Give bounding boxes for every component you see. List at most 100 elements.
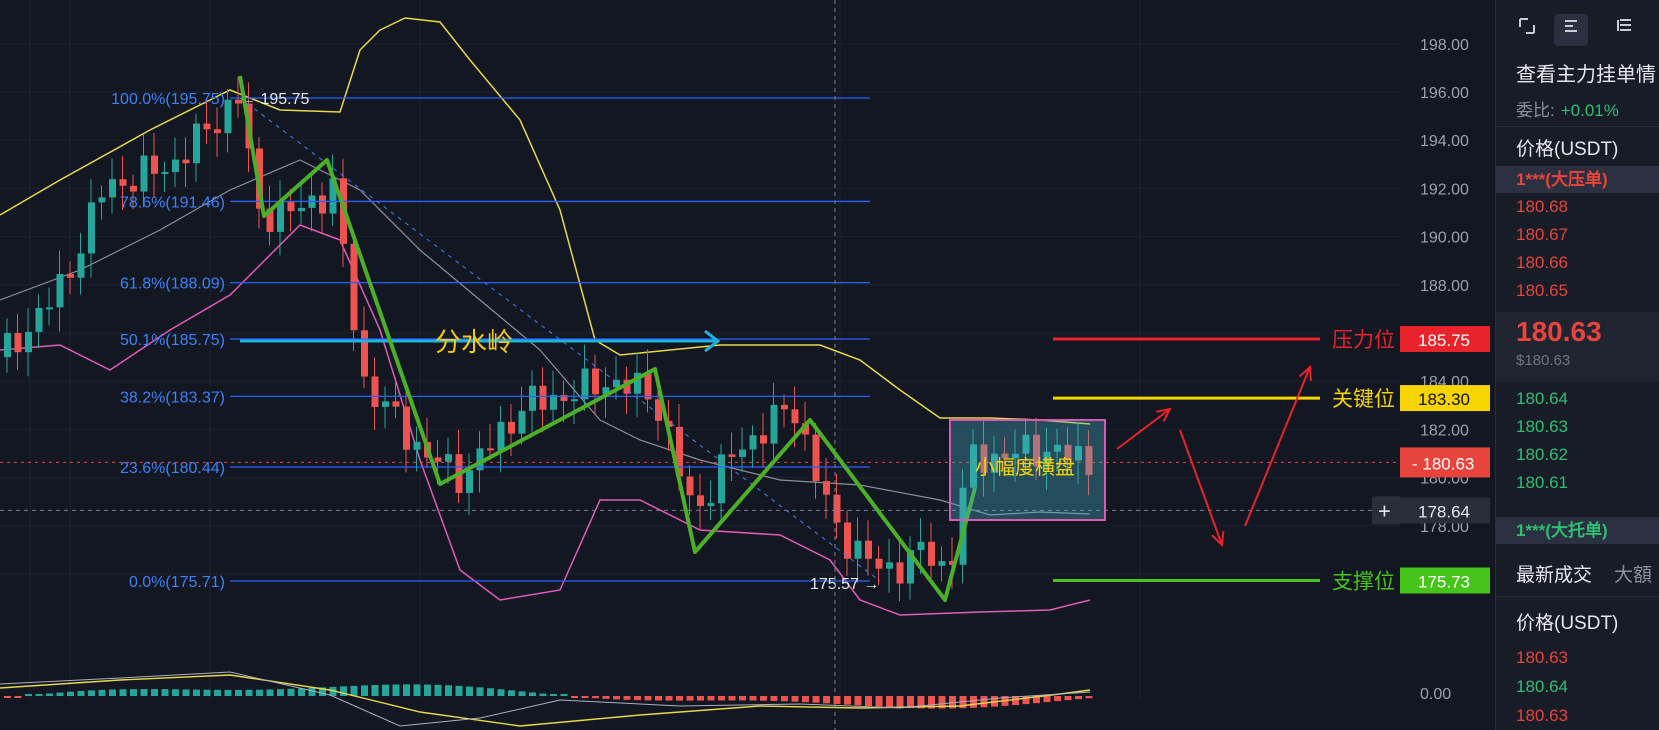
price-axis	[1400, 0, 1495, 730]
panel-title[interactable]: 查看主力挂单情	[1516, 58, 1656, 87]
macd-bar	[434, 684, 442, 696]
macd-bar	[287, 688, 295, 696]
support-level-label: 支撑位	[1332, 571, 1395, 594]
candle-body	[739, 449, 746, 457]
macd-bar	[382, 684, 389, 696]
macd-bar	[140, 689, 148, 696]
macd-bar	[497, 689, 505, 696]
tab-large-trades[interactable]: 大額	[1614, 560, 1652, 587]
candle-body	[4, 333, 11, 358]
orderbook-icon[interactable]	[1554, 14, 1588, 46]
candle-body	[161, 171, 169, 174]
macd-bar	[361, 685, 368, 696]
current-price-tag-text: - 180.63	[1412, 454, 1474, 473]
macd-bar	[403, 684, 410, 696]
macd-bar	[571, 696, 578, 698]
macd-bar	[728, 696, 736, 701]
macd-bar	[466, 686, 473, 696]
price-column-header: 价格(USDT)	[1516, 139, 1619, 160]
candle-body	[130, 185, 137, 192]
candle-body	[445, 454, 452, 462]
candle-body	[403, 406, 410, 450]
low-price-marker: 175.57 →	[810, 576, 879, 593]
macd-bar	[266, 689, 274, 696]
candle-body	[812, 434, 820, 482]
candle-body	[466, 470, 473, 493]
big-bid-row[interactable]: 1***(大托单)	[1496, 517, 1659, 544]
candle-body	[865, 540, 872, 559]
bid-row[interactable]: 180.63	[1496, 413, 1659, 440]
macd-bar	[256, 689, 263, 696]
candle-body	[224, 99, 232, 134]
ask-row[interactable]: 180.67	[1496, 221, 1659, 248]
candle-body	[350, 243, 358, 331]
big-ask-row[interactable]: 1***(大压单)	[1496, 166, 1659, 193]
ask-row[interactable]: 180.66	[1496, 249, 1659, 276]
candle-body	[392, 401, 400, 407]
macd-signal-line	[0, 674, 1091, 727]
chart-canvas[interactable]: 198.00196.00194.00192.00190.00188.00186.…	[0, 0, 1495, 730]
consolidation-label: 小幅度横盘	[975, 456, 1075, 479]
macd-bar	[581, 696, 589, 698]
high-price-marker: ← 195.75	[240, 91, 309, 108]
layout-icon[interactable]	[1510, 14, 1544, 46]
macd-bar	[739, 696, 746, 701]
macd-bar	[487, 688, 494, 696]
macd-bar	[760, 696, 767, 701]
macd-bar	[886, 696, 893, 708]
projection-arrow	[1244, 366, 1311, 527]
crosshair-price-tag-text: 178.64	[1418, 502, 1470, 521]
macd-bar	[193, 689, 200, 696]
macd-bar	[529, 692, 536, 696]
candle-body	[854, 540, 862, 559]
candle-body	[728, 454, 736, 457]
bid-ask-ratio: 委比: +0.01%	[1516, 96, 1619, 121]
candle-body	[77, 253, 85, 278]
tab-latest-trades[interactable]: 最新成交	[1516, 560, 1592, 587]
candle-body	[298, 207, 305, 212]
macd-bar	[833, 696, 841, 704]
fib-level-label: 78.6%(191.46)	[120, 194, 225, 211]
macd-bar	[214, 689, 221, 696]
price-chart[interactable]: 198.00196.00194.00192.00190.00188.00186.…	[0, 0, 1495, 730]
macd-bar	[56, 692, 64, 696]
macd-bar	[539, 693, 547, 696]
macd-bar	[623, 696, 631, 700]
candle-body	[760, 435, 767, 444]
macd-line	[0, 671, 1091, 727]
candle-body	[88, 202, 95, 254]
support-price-tag-text: 175.73	[1418, 573, 1470, 592]
candle-body	[571, 399, 578, 402]
macd-bar	[224, 689, 232, 696]
candle-body	[172, 159, 179, 172]
macd-bar	[812, 696, 820, 703]
macd-bar	[676, 696, 683, 701]
bid-row[interactable]: 180.61	[1496, 469, 1659, 496]
macd-bar	[424, 684, 431, 696]
candle-body	[928, 541, 935, 566]
candle-body	[151, 155, 158, 174]
candle-body	[67, 273, 74, 278]
candle-body	[119, 179, 127, 186]
candle-body	[109, 179, 116, 198]
last-price-usd: $180.63	[1516, 352, 1571, 369]
macd-bar	[592, 696, 599, 699]
y-tick-label: 182.00	[1420, 422, 1469, 439]
bid-row[interactable]: 180.64	[1496, 385, 1659, 412]
macd-bar	[67, 691, 74, 696]
y-tick-label: 194.00	[1420, 133, 1469, 150]
list-icon[interactable]	[1608, 14, 1642, 46]
macd-bar	[613, 696, 620, 700]
ask-row[interactable]: 180.68	[1496, 193, 1659, 220]
ask-row[interactable]: 180.65	[1496, 277, 1659, 304]
candle-body	[707, 503, 715, 506]
macd-bar	[602, 696, 610, 699]
trade-row: 180.64	[1516, 677, 1568, 696]
candle-body	[413, 441, 421, 450]
candle-body	[46, 307, 53, 310]
bid-row[interactable]: 180.62	[1496, 441, 1659, 468]
candle-body	[770, 404, 778, 444]
macd-bar	[77, 690, 85, 696]
y-tick-label: 188.00	[1420, 278, 1469, 295]
candle-body	[382, 401, 389, 407]
